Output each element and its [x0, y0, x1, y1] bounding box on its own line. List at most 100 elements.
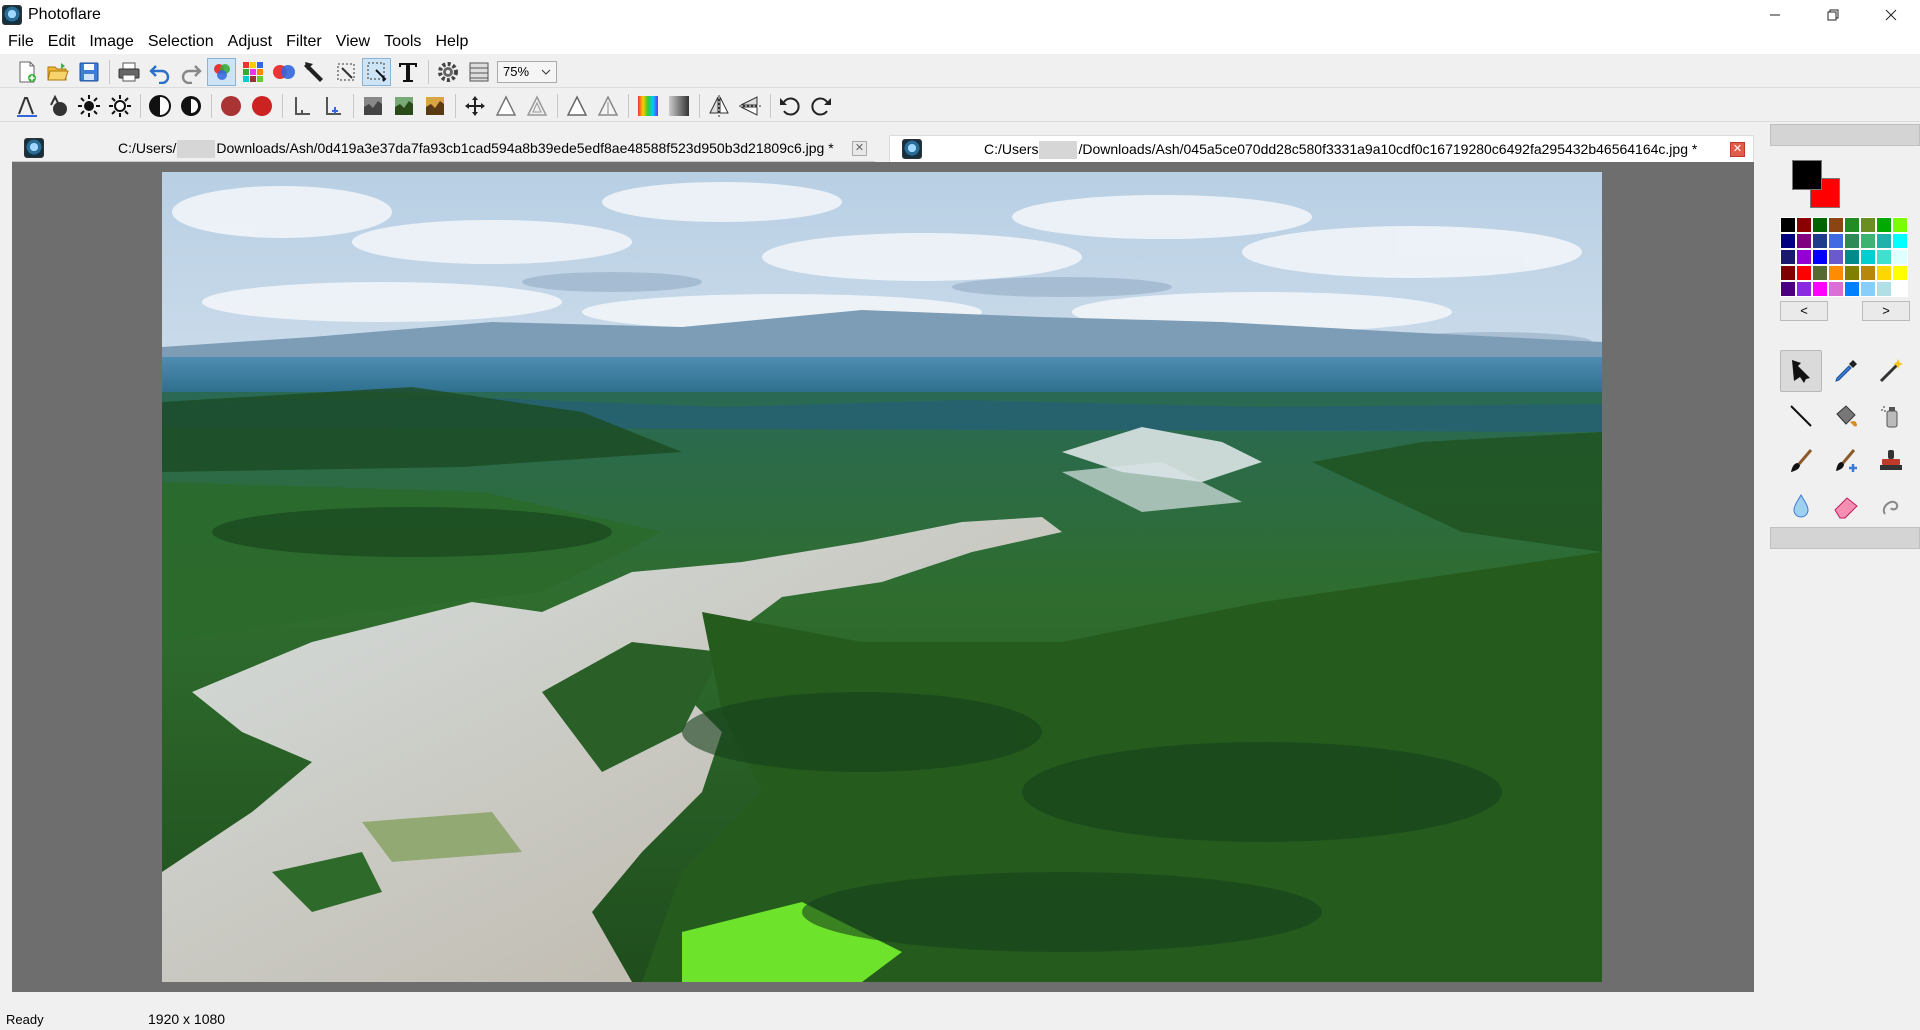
document-tab-1[interactable]: C:/Users/Downloads/Ash/0d419a3e37da7fa93…	[12, 135, 875, 162]
saturation-down-icon[interactable]	[216, 92, 245, 120]
image-canvas[interactable]	[162, 172, 1602, 982]
palette-color-swatch[interactable]	[1812, 281, 1828, 297]
palette-color-swatch[interactable]	[1844, 281, 1860, 297]
close-button[interactable]	[1862, 0, 1920, 30]
palette-color-swatch[interactable]	[1780, 265, 1796, 281]
palette-color-swatch[interactable]	[1796, 233, 1812, 249]
palette-color-swatch[interactable]	[1844, 233, 1860, 249]
palette-color-swatch[interactable]	[1876, 249, 1892, 265]
palette-color-swatch[interactable]	[1812, 233, 1828, 249]
palette-color-swatch[interactable]	[1860, 217, 1876, 233]
rotate-ccw-icon[interactable]	[775, 92, 804, 120]
gamma-up-icon[interactable]	[318, 92, 347, 120]
flip-horizontal-icon[interactable]	[704, 92, 733, 120]
hue-icon[interactable]	[358, 92, 387, 120]
palette-color-swatch[interactable]	[1876, 217, 1892, 233]
gradient-color-icon[interactable]	[633, 92, 662, 120]
undo-icon[interactable]	[145, 58, 174, 86]
palette-color-swatch[interactable]	[1828, 249, 1844, 265]
pointer-tool-icon[interactable]	[1780, 350, 1822, 392]
auto-level-icon[interactable]	[12, 92, 41, 120]
settings-gear-icon[interactable]	[433, 58, 462, 86]
canvas-area[interactable]	[12, 162, 1754, 992]
palette-color-swatch[interactable]	[1796, 281, 1812, 297]
minimize-button[interactable]	[1746, 0, 1804, 30]
menu-edit[interactable]: Edit	[48, 31, 83, 53]
palette-color-swatch[interactable]	[1892, 265, 1908, 281]
auto-contrast-icon[interactable]	[43, 92, 72, 120]
noise-add-icon[interactable]	[562, 92, 591, 120]
palette-color-swatch[interactable]	[1828, 217, 1844, 233]
selection-icon[interactable]	[362, 57, 391, 86]
palette-color-swatch[interactable]	[1892, 217, 1908, 233]
blur-drop-icon[interactable]	[1780, 485, 1822, 527]
crop-icon[interactable]	[331, 58, 360, 86]
close-tab-icon[interactable]: ✕	[1730, 142, 1745, 157]
grayscale-icon[interactable]	[664, 92, 693, 120]
contrast-down-icon[interactable]	[145, 92, 174, 120]
palette-color-swatch[interactable]	[1860, 233, 1876, 249]
menu-image[interactable]: Image	[89, 31, 140, 53]
palette-color-swatch[interactable]	[1828, 265, 1844, 281]
palette-color-swatch[interactable]	[1780, 217, 1796, 233]
layers-icon[interactable]	[464, 58, 493, 86]
palette-color-swatch[interactable]	[1828, 233, 1844, 249]
color-mode-icon[interactable]	[207, 57, 236, 86]
soften-icon[interactable]	[522, 92, 551, 120]
zoom-select[interactable]: 75%	[497, 60, 557, 83]
pointer-icon[interactable]	[300, 58, 329, 86]
menu-selection[interactable]: Selection	[148, 31, 221, 53]
sharpen-icon[interactable]	[491, 92, 520, 120]
brush-plus-icon[interactable]	[1825, 440, 1867, 482]
redo-icon[interactable]	[176, 58, 205, 86]
palette-color-swatch[interactable]	[1860, 281, 1876, 297]
red-eye-icon[interactable]	[269, 58, 298, 86]
palette-color-swatch[interactable]	[1892, 233, 1908, 249]
sepia-icon[interactable]	[420, 92, 449, 120]
mosaic-icon[interactable]	[238, 58, 267, 86]
saturation-up-icon[interactable]	[247, 92, 276, 120]
gamma-down-icon[interactable]	[287, 92, 316, 120]
palette-color-swatch[interactable]	[1812, 265, 1828, 281]
palette-color-swatch[interactable]	[1876, 265, 1892, 281]
rotate-cw-icon[interactable]	[806, 92, 835, 120]
palette-color-swatch[interactable]	[1860, 265, 1876, 281]
open-folder-icon[interactable]	[43, 58, 72, 86]
palette-color-swatch[interactable]	[1796, 249, 1812, 265]
palette-color-swatch[interactable]	[1796, 217, 1812, 233]
brightness-up-icon[interactable]	[105, 92, 134, 120]
menu-view[interactable]: View	[336, 31, 377, 53]
menu-filter[interactable]: Filter	[286, 31, 329, 53]
close-tab-icon[interactable]: ✕	[852, 141, 867, 156]
palette-color-swatch[interactable]	[1844, 265, 1860, 281]
eraser-icon[interactable]	[1825, 485, 1867, 527]
palette-next-button[interactable]: >	[1862, 301, 1910, 321]
palette-prev-button[interactable]: <	[1780, 301, 1828, 321]
paint-bucket-icon[interactable]	[1825, 395, 1867, 437]
palette-color-swatch[interactable]	[1812, 249, 1828, 265]
palette-color-swatch[interactable]	[1812, 217, 1828, 233]
palette-color-swatch[interactable]	[1780, 233, 1796, 249]
menu-help[interactable]: Help	[435, 31, 475, 53]
contrast-up-icon[interactable]	[176, 92, 205, 120]
palette-color-swatch[interactable]	[1828, 281, 1844, 297]
palette-color-swatch[interactable]	[1844, 249, 1860, 265]
palette-color-swatch[interactable]	[1780, 281, 1796, 297]
palette-color-swatch[interactable]	[1876, 233, 1892, 249]
menu-file[interactable]: File	[8, 31, 41, 53]
flip-vertical-icon[interactable]	[735, 92, 764, 120]
palette-color-swatch[interactable]	[1892, 249, 1908, 265]
spray-can-icon[interactable]	[1870, 395, 1912, 437]
magic-wand-icon[interactable]	[1870, 350, 1912, 392]
restore-button[interactable]	[1804, 0, 1862, 30]
palette-color-swatch[interactable]	[1780, 249, 1796, 265]
palette-color-swatch[interactable]	[1876, 281, 1892, 297]
primary-color-swatch[interactable]	[1792, 160, 1822, 190]
palette-color-swatch[interactable]	[1844, 217, 1860, 233]
smudge-icon[interactable]	[1870, 485, 1912, 527]
print-icon[interactable]	[114, 58, 143, 86]
stamp-icon[interactable]	[1870, 440, 1912, 482]
move-icon[interactable]	[460, 92, 489, 120]
palette-color-swatch[interactable]	[1860, 249, 1876, 265]
document-tab-2[interactable]: C:/Users/Downloads/Ash/045a5ce070dd28c58…	[889, 135, 1754, 162]
